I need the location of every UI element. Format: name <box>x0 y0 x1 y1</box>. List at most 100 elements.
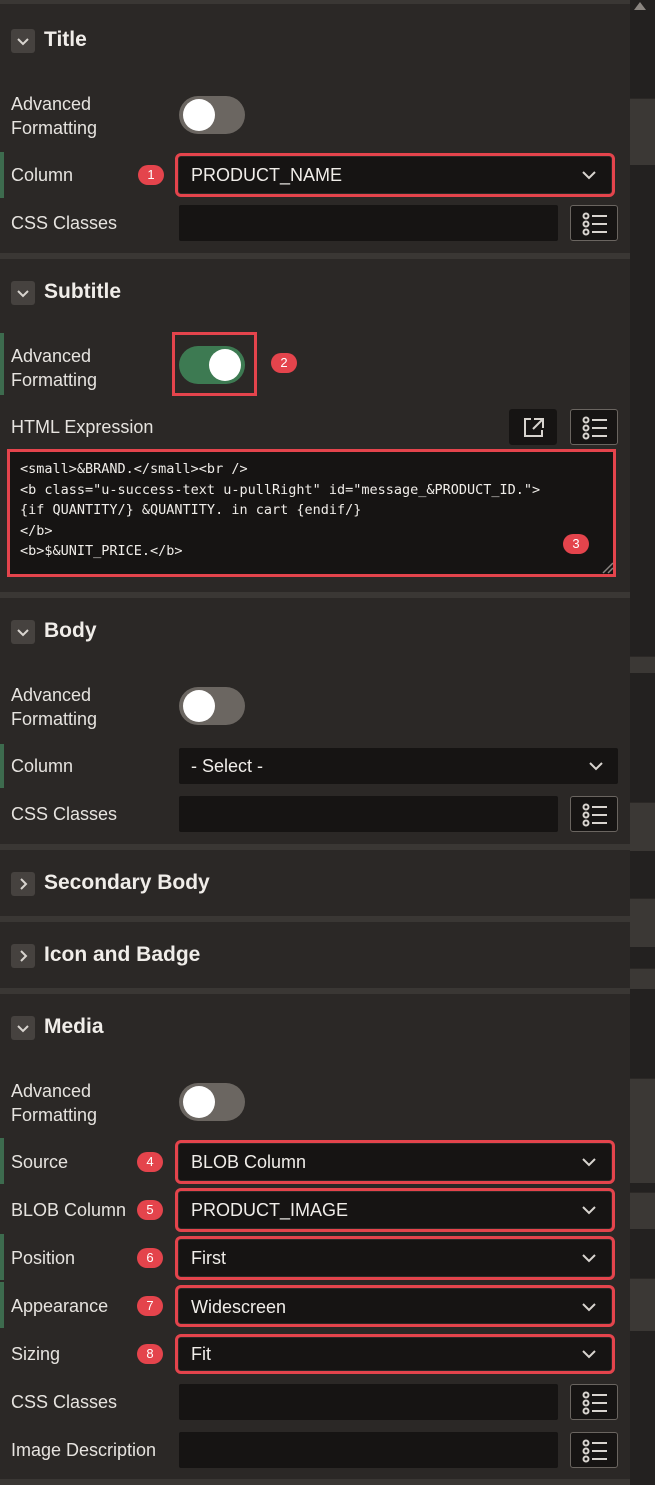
select-value: First <box>191 1248 226 1268</box>
column-select[interactable]: PRODUCT_NAME <box>175 153 615 197</box>
chevron-down-icon <box>582 1254 596 1263</box>
html-expression-editor[interactable]: <small>&BRAND.</small><br /> <b class="u… <box>7 449 616 577</box>
scrollbar-thumb[interactable] <box>630 1078 655 1183</box>
chevron-down-icon[interactable] <box>11 1016 35 1040</box>
position-label: Position <box>11 1248 76 1268</box>
chevron-down-icon[interactable] <box>11 281 35 305</box>
sizing-label: Sizing <box>11 1344 61 1364</box>
css-classes-label: CSS Classes <box>11 804 118 824</box>
list-icon[interactable] <box>570 1432 618 1468</box>
section-title: Subtitle <box>44 280 121 303</box>
select-value: Widescreen <box>191 1297 287 1317</box>
divider <box>0 253 630 259</box>
divider <box>0 592 630 598</box>
toggle-knob <box>183 1086 215 1118</box>
section-title: Secondary Body <box>44 871 210 894</box>
callout-badge: 6 <box>137 1248 163 1268</box>
list-icon[interactable] <box>570 796 618 832</box>
callout-badge: 7 <box>137 1296 163 1316</box>
image-description-input[interactable] <box>179 1432 558 1468</box>
chevron-down-icon <box>582 1206 596 1215</box>
callout-badge: 3 <box>563 534 589 554</box>
required-indicator <box>0 1234 4 1280</box>
css-classes-input[interactable] <box>179 1384 558 1420</box>
callout-badge: 1 <box>138 165 164 185</box>
advanced-formatting-toggle[interactable] <box>179 96 245 134</box>
divider <box>0 988 630 994</box>
chevron-down-icon <box>589 762 603 771</box>
sizing-select[interactable]: Fit <box>175 1334 615 1374</box>
chevron-down-icon[interactable] <box>11 29 35 53</box>
chevron-down-icon <box>582 171 596 180</box>
scrollbar-thumb[interactable] <box>630 802 655 851</box>
property-editor: Title Advanced Formatting Column 1 PRODU… <box>0 0 630 1485</box>
divider <box>0 916 630 922</box>
advanced-formatting-toggle[interactable] <box>179 346 245 384</box>
scrollbar-thumb[interactable] <box>630 1192 655 1229</box>
source-select[interactable]: BLOB Column <box>175 1140 615 1184</box>
scrollbar[interactable] <box>630 0 655 1485</box>
css-classes-input[interactable] <box>179 796 558 832</box>
chevron-right-icon[interactable] <box>11 872 35 896</box>
resize-handle-icon[interactable] <box>600 560 614 574</box>
list-icon[interactable] <box>570 1384 618 1420</box>
callout-badge: 8 <box>137 1344 163 1364</box>
scrollbar-thumb[interactable] <box>630 1278 655 1331</box>
scroll-up-icon[interactable] <box>634 2 646 10</box>
chevron-down-icon <box>582 1158 596 1167</box>
section-header-subtitle[interactable]: Subtitle <box>0 268 630 318</box>
list-icon[interactable] <box>570 409 618 445</box>
scrollbar-thumb[interactable] <box>630 656 655 673</box>
section-title: Icon and Badge <box>44 943 201 966</box>
section-header-icon-and-badge[interactable]: Icon and Badge <box>0 931 630 981</box>
image-description-label: Image Description <box>11 1440 157 1460</box>
css-classes-label: CSS Classes <box>11 1392 118 1412</box>
scrollbar-thumb[interactable] <box>630 98 655 165</box>
callout-badge: 4 <box>137 1152 163 1172</box>
css-classes-label: CSS Classes <box>11 213 118 233</box>
callout-badge: 5 <box>137 1200 163 1220</box>
chevron-down-icon[interactable] <box>11 620 35 644</box>
scrollbar-thumb[interactable] <box>630 898 655 947</box>
select-value: PRODUCT_IMAGE <box>191 1200 349 1220</box>
source-label: Source <box>11 1152 69 1172</box>
section-header-media[interactable]: Media <box>0 1003 630 1053</box>
toggle-knob <box>183 690 215 722</box>
column-select[interactable]: - Select - <box>179 748 618 784</box>
html-expression-label: HTML Expression <box>11 417 154 437</box>
divider <box>0 844 630 850</box>
toggle-knob <box>209 349 241 381</box>
column-label: Column <box>11 165 74 185</box>
divider <box>0 1479 630 1485</box>
blob-column-label: BLOB Column <box>11 1200 127 1220</box>
advanced-formatting-label: Advanced Formatting <box>11 1081 98 1125</box>
position-select[interactable]: First <box>175 1236 615 1280</box>
advanced-formatting-label: Advanced Formatting <box>11 685 98 729</box>
blob-column-select[interactable]: PRODUCT_IMAGE <box>175 1188 615 1232</box>
required-indicator <box>0 1282 4 1328</box>
section-header-title[interactable]: Title <box>0 16 630 66</box>
advanced-formatting-toggle[interactable] <box>179 687 245 725</box>
expand-dialog-icon[interactable] <box>509 409 557 445</box>
divider <box>0 0 630 4</box>
required-indicator <box>0 152 4 198</box>
callout-badge: 2 <box>271 353 297 373</box>
toggle-knob <box>183 99 215 131</box>
chevron-down-icon <box>582 1303 596 1312</box>
select-value: PRODUCT_NAME <box>191 165 343 185</box>
required-indicator <box>0 333 4 395</box>
css-classes-input[interactable] <box>179 205 558 241</box>
chevron-right-icon[interactable] <box>11 944 35 968</box>
chevron-down-icon <box>582 1350 596 1359</box>
scrollbar-thumb[interactable] <box>630 968 655 989</box>
appearance-select[interactable]: Widescreen <box>175 1285 615 1327</box>
advanced-formatting-toggle[interactable] <box>179 1083 245 1121</box>
section-header-secondary-body[interactable]: Secondary Body <box>0 859 630 909</box>
section-header-body[interactable]: Body <box>0 607 630 657</box>
section-title: Media <box>44 1015 104 1038</box>
required-indicator <box>0 1138 4 1184</box>
appearance-label: Appearance <box>11 1296 109 1316</box>
advanced-formatting-label: Advanced Formatting <box>11 346 98 390</box>
list-icon[interactable] <box>570 205 618 241</box>
advanced-formatting-label: Advanced Formatting <box>11 94 98 138</box>
